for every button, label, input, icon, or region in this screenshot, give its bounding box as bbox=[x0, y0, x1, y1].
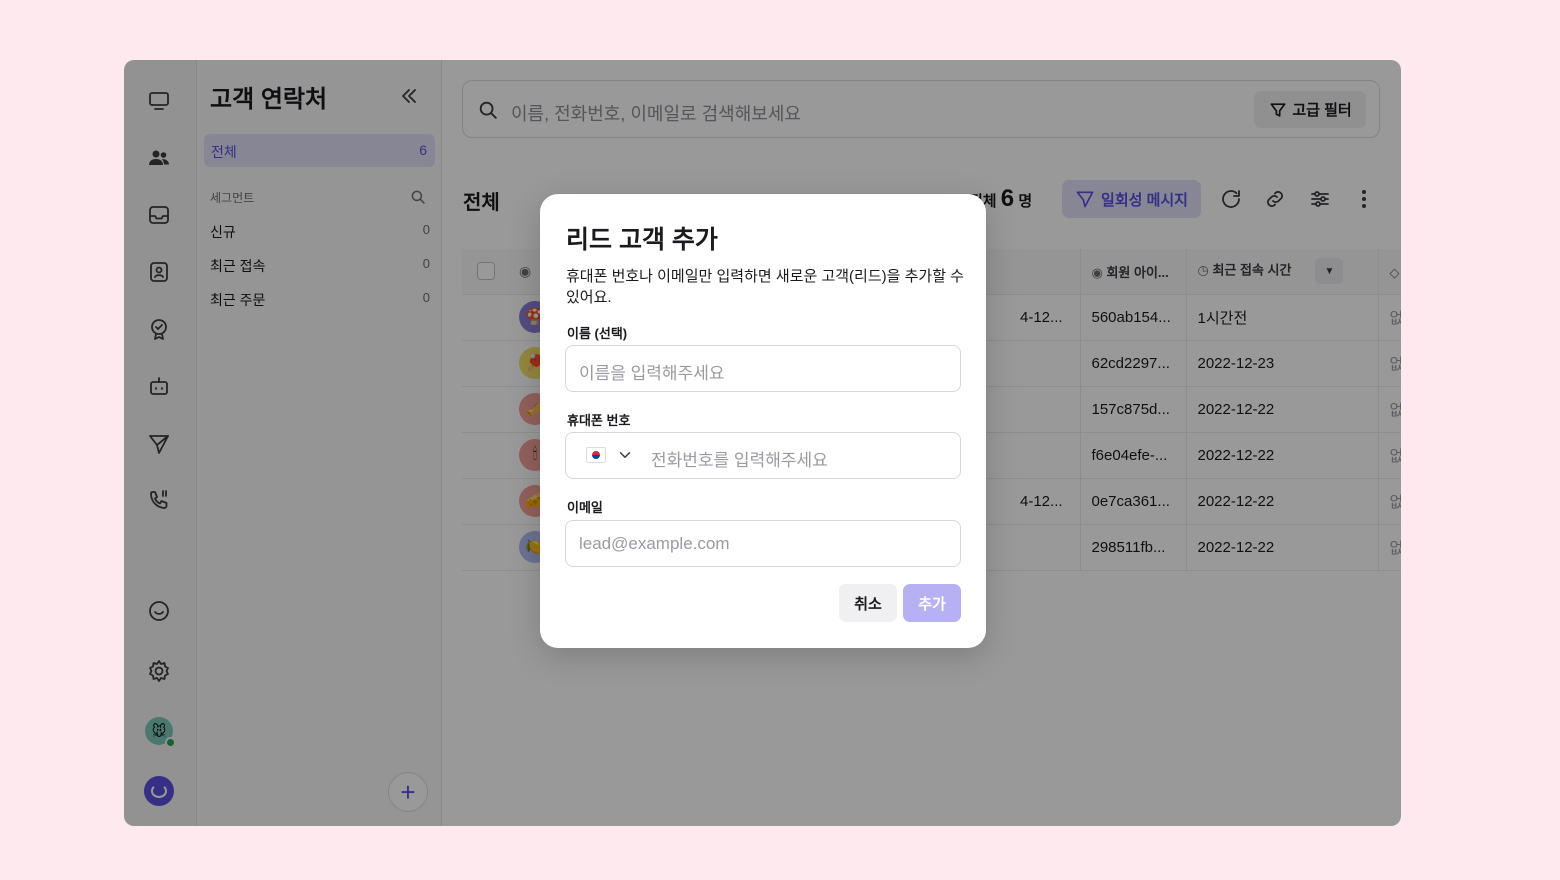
korea-flag-icon[interactable] bbox=[586, 447, 606, 463]
phone-field[interactable]: 전화번호를 입력해주세요 bbox=[565, 432, 961, 479]
email-label: 이메일 bbox=[567, 500, 603, 515]
add-lead-dialog: 리드 고객 추가 휴대폰 번호나 이메일만 입력하면 새로운 고객(리드)을 추… bbox=[540, 194, 986, 648]
chevron-down-icon[interactable] bbox=[616, 446, 634, 464]
dialog-title: 리드 고객 추가 bbox=[566, 226, 718, 254]
email-placeholder: lead@example.com bbox=[579, 534, 730, 553]
add-button[interactable]: 추가 bbox=[903, 584, 961, 622]
dialog-description: 휴대폰 번호나 이메일만 입력하면 새로운 고객(리드)을 추가할 수 있어요. bbox=[566, 268, 964, 306]
phone-placeholder: 전화번호를 입력해주세요 bbox=[651, 451, 828, 470]
name-label: 이름 (선택) bbox=[567, 326, 628, 341]
name-placeholder: 이름을 입력해주세요 bbox=[579, 364, 725, 383]
cancel-button[interactable]: 취소 bbox=[839, 584, 897, 622]
name-field[interactable]: 이름을 입력해주세요 bbox=[565, 345, 961, 392]
phone-label: 휴대폰 번호 bbox=[567, 413, 631, 428]
email-field[interactable]: lead@example.com bbox=[565, 520, 961, 567]
